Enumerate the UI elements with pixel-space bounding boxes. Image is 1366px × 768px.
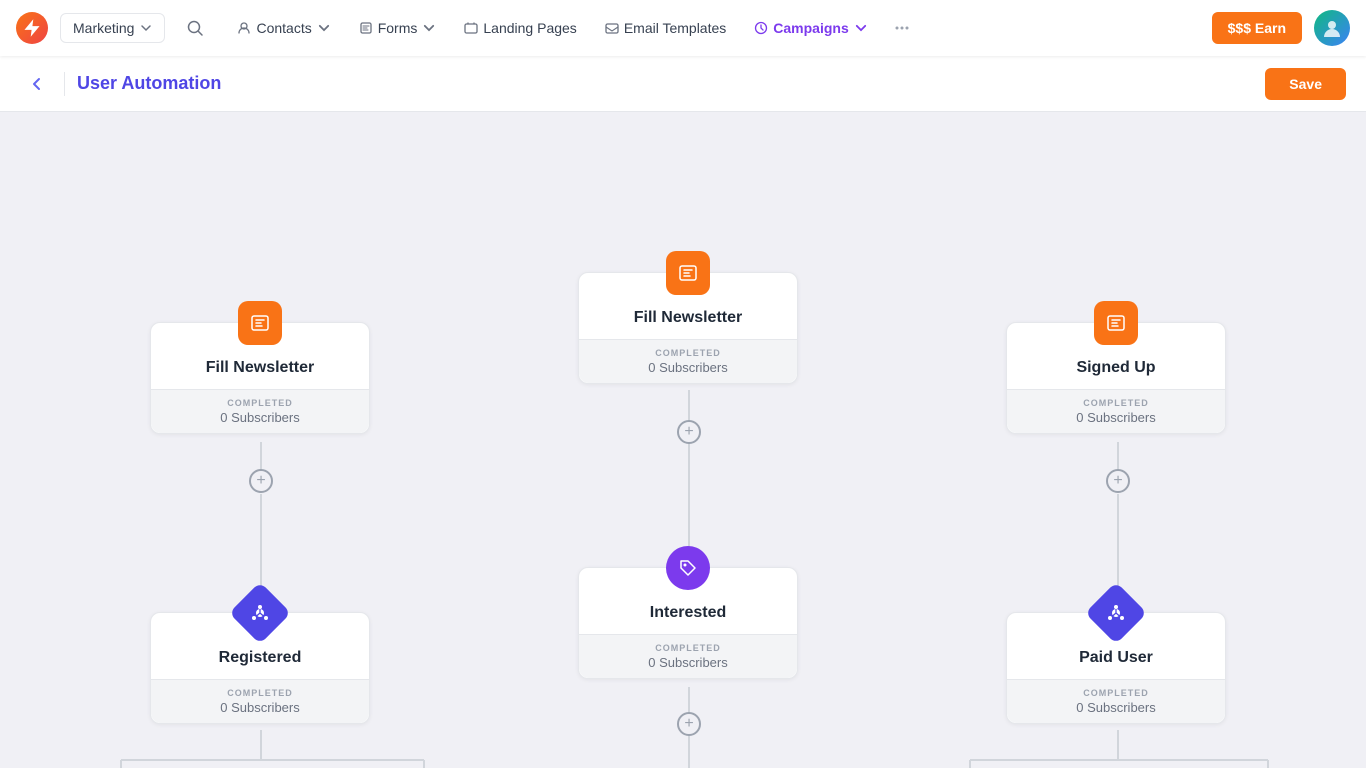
- nav-email-templates-label: Email Templates: [624, 20, 726, 36]
- node-title: Fill Newsletter: [595, 309, 781, 327]
- node-count: 0 Subscribers: [1023, 410, 1209, 425]
- page-title: User Automation: [77, 73, 1253, 94]
- nav-landing-pages-label: Landing Pages: [483, 20, 576, 36]
- node-count: 0 Subscribers: [595, 360, 781, 375]
- divider: [64, 72, 65, 96]
- node-title: Fill Newsletter: [167, 359, 353, 377]
- add-step-center-1[interactable]: +: [677, 420, 701, 444]
- node-interested[interactable]: Interested COMPLETED 0 Subscribers: [578, 567, 798, 679]
- node-status: COMPLETED: [595, 643, 781, 653]
- node-status: COMPLETED: [167, 688, 353, 698]
- chevron-icon: [422, 21, 436, 35]
- back-button[interactable]: [20, 68, 52, 100]
- workspace-selector[interactable]: Marketing: [60, 13, 165, 43]
- node-fill-newsletter-center[interactable]: Fill Newsletter COMPLETED 0 Subscribers: [578, 272, 798, 384]
- nav-forms-label: Forms: [378, 20, 418, 36]
- main-nav: Contacts Forms Landing Pages Email Templ…: [225, 10, 1199, 46]
- node-count: 0 Subscribers: [595, 655, 781, 670]
- newsletter-icon-center: [666, 251, 710, 295]
- node-signed-up[interactable]: Signed Up COMPLETED 0 Subscribers: [1006, 322, 1226, 434]
- node-count: 0 Subscribers: [1023, 700, 1209, 715]
- add-step-right-1[interactable]: +: [1106, 469, 1130, 493]
- add-step-center-2[interactable]: +: [677, 712, 701, 736]
- automation-canvas: Fill Newsletter COMPLETED 0 Subscribers …: [0, 112, 1366, 768]
- node-fill-newsletter-left[interactable]: Fill Newsletter COMPLETED 0 Subscribers: [150, 322, 370, 434]
- node-registered[interactable]: Registered COMPLETED 0 Subscribers: [150, 612, 370, 724]
- sub-header: User Automation Save: [0, 56, 1366, 112]
- earn-button[interactable]: $$$ Earn: [1212, 12, 1302, 44]
- app-logo: [16, 12, 48, 44]
- nav-contacts-label: Contacts: [256, 20, 311, 36]
- add-step-button-left-1[interactable]: +: [249, 469, 273, 493]
- node-title: Paid User: [1023, 649, 1209, 667]
- newsletter-icon-left: [238, 301, 282, 345]
- tag-icon-interested: [666, 546, 710, 590]
- nav-email-templates[interactable]: Email Templates: [593, 12, 738, 44]
- chevron-icon: [854, 21, 868, 35]
- node-count: 0 Subscribers: [167, 700, 353, 715]
- node-count: 0 Subscribers: [167, 410, 353, 425]
- nav-forms[interactable]: Forms: [347, 12, 449, 44]
- node-status: COMPLETED: [1023, 398, 1209, 408]
- node-status: COMPLETED: [167, 398, 353, 408]
- more-options-button[interactable]: [884, 10, 920, 46]
- node-title: Interested: [595, 604, 781, 622]
- avatar[interactable]: [1314, 10, 1350, 46]
- main-header: Marketing Contacts Forms Landing Pages E…: [0, 0, 1366, 56]
- node-status: COMPLETED: [1023, 688, 1209, 698]
- node-title: Signed Up: [1023, 359, 1209, 377]
- nav-campaigns[interactable]: Campaigns: [742, 12, 879, 44]
- node-status: COMPLETED: [595, 348, 781, 358]
- newsletter-icon-signed-up: [1094, 301, 1138, 345]
- chevron-down-icon: [140, 22, 152, 34]
- nav-contacts[interactable]: Contacts: [225, 12, 342, 44]
- nav-landing-pages[interactable]: Landing Pages: [452, 12, 588, 44]
- node-title: Registered: [167, 649, 353, 667]
- node-paid-user[interactable]: Paid User COMPLETED 0 Subscribers: [1006, 612, 1226, 724]
- nav-campaigns-label: Campaigns: [773, 20, 848, 36]
- search-button[interactable]: [177, 10, 213, 46]
- save-button[interactable]: Save: [1265, 68, 1346, 100]
- workspace-label: Marketing: [73, 20, 134, 36]
- chevron-icon: [317, 21, 331, 35]
